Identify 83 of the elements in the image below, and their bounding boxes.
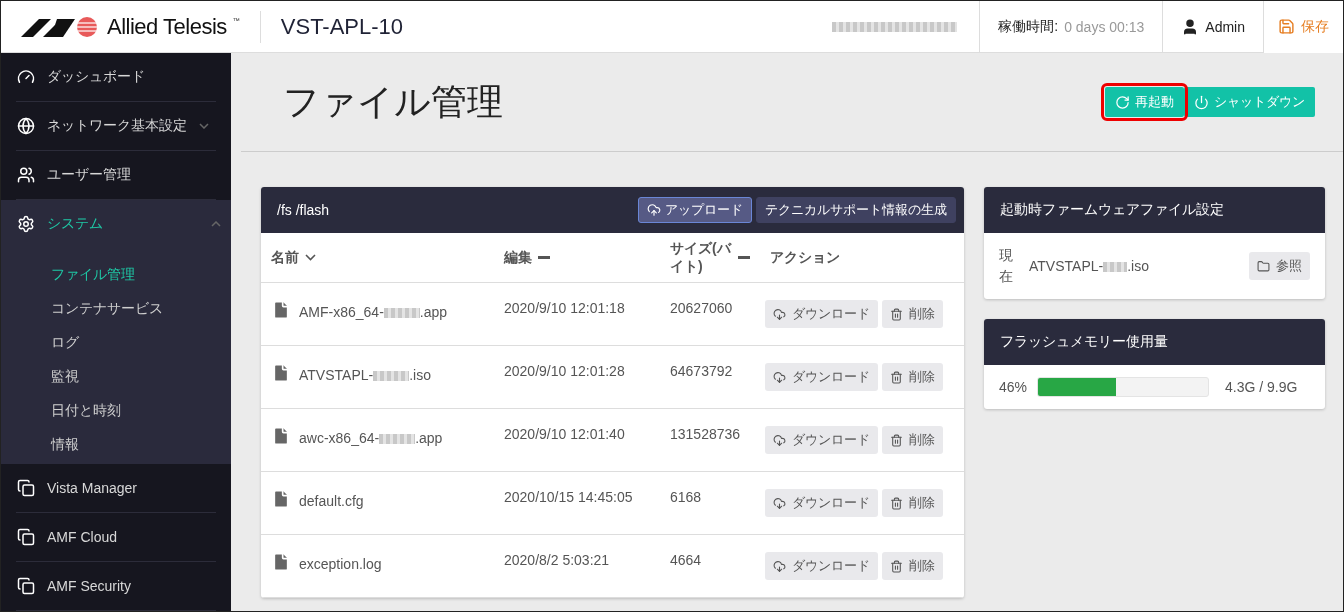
modified-date: 2020/9/10 12:01:28 [504,363,625,379]
stacked-squares-icon [17,479,35,498]
delete-button[interactable]: 削除 [882,363,943,391]
download-button[interactable]: ダウンロード [765,300,878,328]
delete-button[interactable]: 削除 [882,300,943,328]
column-header[interactable]: 編集 [504,248,532,267]
upload-button[interactable]: アップロード [638,197,752,223]
settings-icon [17,214,35,233]
trash-icon [890,370,903,384]
modified-date: 2020/9/10 12:01:40 [504,426,625,442]
column-header[interactable]: サイズ(バイト) [670,239,732,276]
firmware-file-name: ATVSTAPL- .iso [1029,258,1150,274]
browse-button[interactable]: 参照 [1249,252,1310,280]
trash-icon [890,307,903,321]
sidebar-item[interactable]: システム [1,199,231,249]
usage-amount: 4.3G / 9.9G [1225,379,1298,395]
delete-button[interactable]: 削除 [882,552,943,580]
trash-icon [890,433,903,447]
sidebar-item[interactable]: AMF Cloud [16,513,216,563]
unsorted-dash-icon[interactable] [738,256,750,259]
sidebar-item[interactable]: AMF Security [16,562,216,611]
sort-chevron-icon[interactable] [305,254,316,261]
modified-date: 2020/8/2 5:03:21 [504,552,610,568]
delete-button[interactable]: 削除 [882,426,943,454]
submenu-item[interactable]: コンテナサービス [1,292,231,327]
submenu-item[interactable]: ログ [1,326,231,361]
unsorted-dash-icon[interactable] [538,256,550,259]
file-size: 4664 [670,552,702,568]
card-title: フラッシュメモリー使用量 [1000,333,1169,351]
column-header[interactable]: 名前 [271,248,299,267]
file-size: 6168 [670,489,702,505]
support-info-button[interactable]: テクニカルサポート情報の生成 [756,197,956,223]
file-name: exception.log [299,556,382,572]
download-button[interactable]: ダウンロード [765,363,878,391]
device-name: VST-APL-10 [280,13,405,40]
trash-icon [890,559,903,573]
file-size: 131528736 [670,426,741,442]
page-title: ファイル管理 [283,79,504,124]
path-title: /fs /flash [277,202,331,218]
sidebar-item[interactable]: ネットワーク基本設定 [16,101,216,151]
sidebar-item[interactable]: ダッシュボード [16,53,216,102]
submenu-item[interactable]: 情報 [1,428,231,463]
power-icon [1194,94,1209,110]
download-icon [773,559,786,573]
download-icon [773,496,786,510]
gauge-icon [17,67,35,86]
submenu-item[interactable]: ファイル管理 [1,258,231,293]
file-name: default.cfg [299,493,364,509]
download-button[interactable]: ダウンロード [765,489,878,517]
modified-date: 2020/9/10 12:01:18 [504,300,625,316]
download-icon [773,370,786,384]
upload-icon [647,203,661,217]
restart-icon [1115,94,1130,110]
file-name: AMF-x86_64- .app [299,304,448,320]
submenu-item[interactable]: 日付と時刻 [1,394,231,429]
globe-icon [17,116,35,135]
submenu-item[interactable]: 監視 [1,360,231,395]
stacked-squares-icon [17,577,35,596]
sidebar-item[interactable]: Vista Manager [16,464,216,514]
users-icon [17,165,35,184]
uptime-label: 稼働時間: [998,17,1059,36]
stacked-squares-icon [17,528,35,547]
column-header[interactable]: アクション [770,248,840,267]
user-name[interactable]: Admin [1205,18,1245,35]
sidebar-item[interactable]: ユーザー管理 [16,150,216,200]
download-button[interactable]: ダウンロード [765,426,878,454]
delete-button[interactable]: 削除 [882,489,943,517]
file-size: 64673792 [670,363,733,379]
card-title: 起動時ファームウェアファイル設定 [1000,201,1225,219]
folder-icon [1257,259,1270,273]
file-size: 20627060 [670,300,733,316]
usage-percent: 46% [999,379,1028,395]
download-icon [773,307,786,321]
brand-name: Allied Telesis [107,13,227,40]
file-name: ATVSTAPL- .iso [299,367,431,383]
uptime-value: 0 days 00:13 [1064,18,1145,35]
download-icon [773,433,786,447]
trash-icon [890,496,903,510]
save-icon [1278,18,1295,35]
download-button[interactable]: ダウンロード [765,552,878,580]
modified-date: 2020/10/15 14:45:05 [504,489,633,505]
current-label: 現在 [999,246,1013,286]
file-name: awc-x86_64- .app [299,430,443,446]
